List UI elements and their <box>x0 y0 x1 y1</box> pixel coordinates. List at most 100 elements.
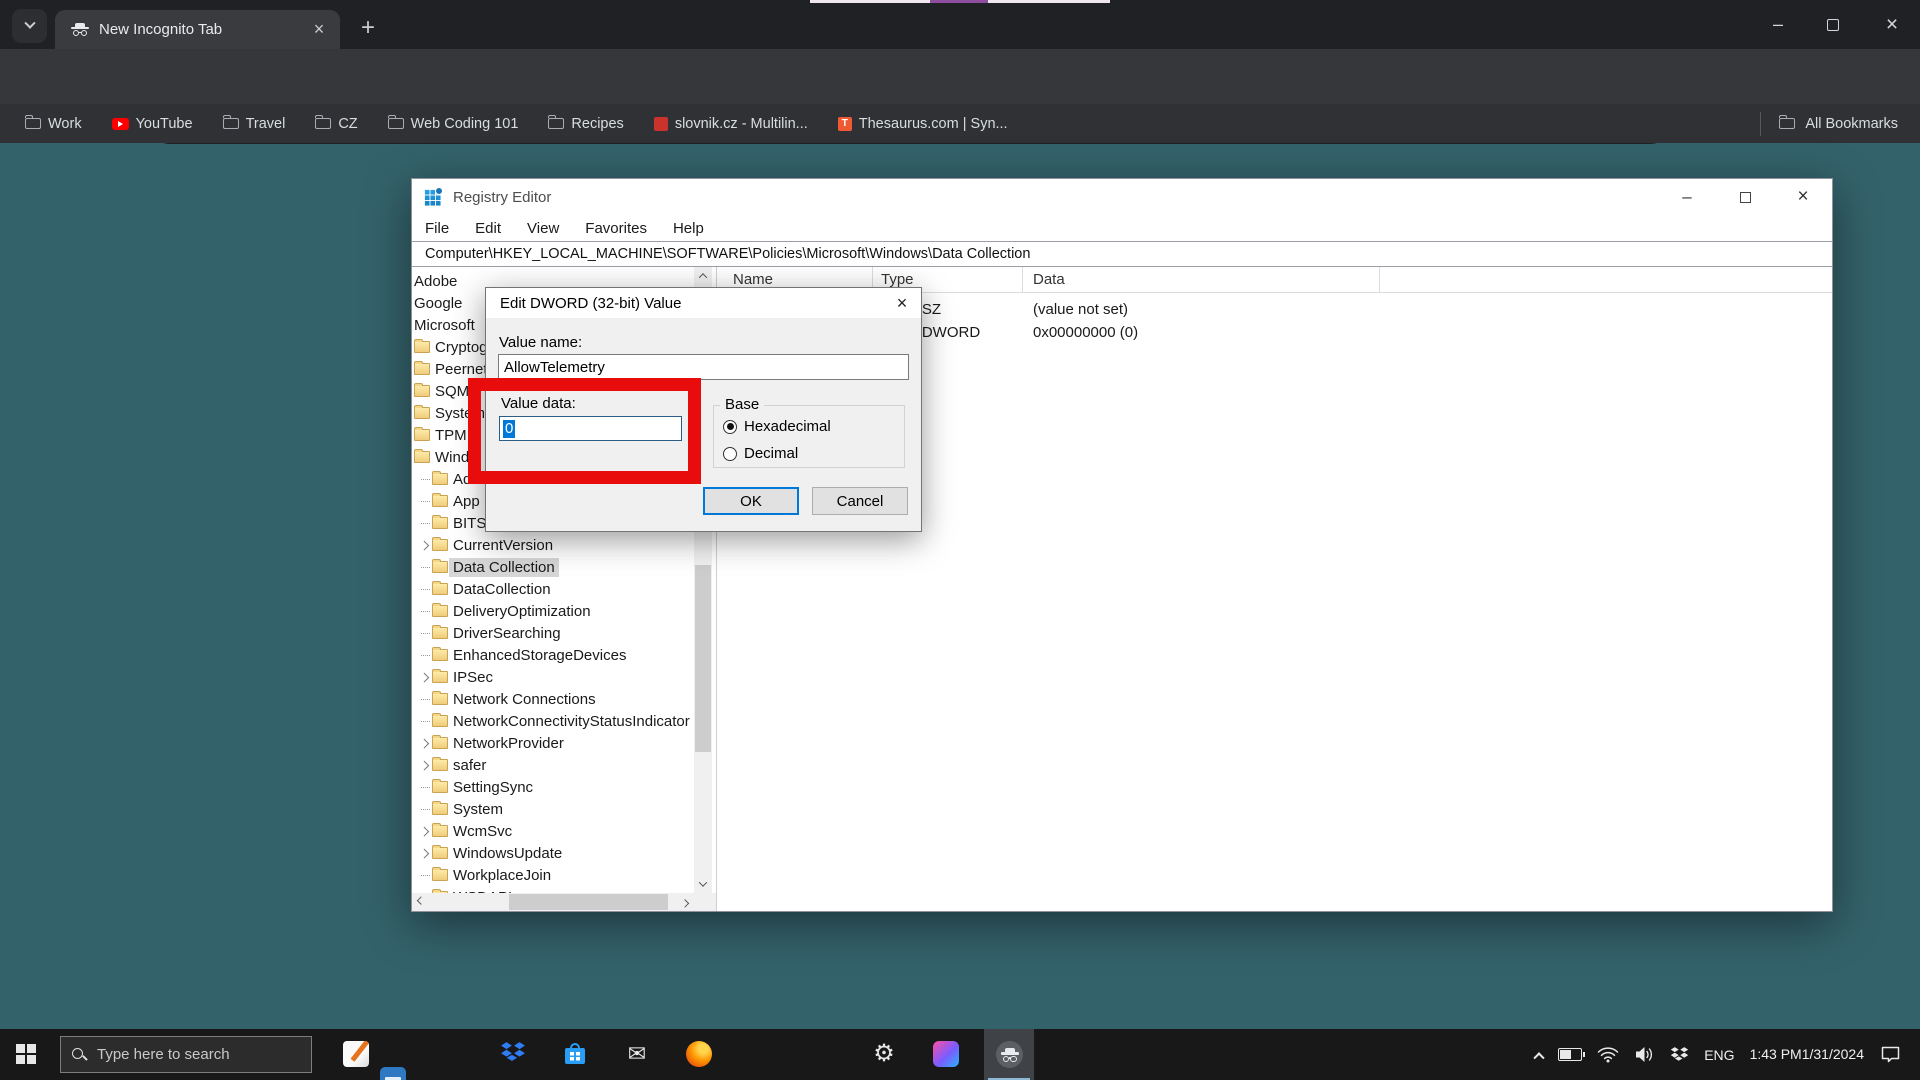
tree-item[interactable]: WSDAPI <box>412 886 693 893</box>
menu-item[interactable]: View <box>527 220 559 237</box>
store-icon[interactable] <box>562 1041 588 1067</box>
tree-horizontal-scrollbar[interactable] <box>412 893 694 911</box>
tree-expander-icon[interactable] <box>419 523 432 524</box>
menu-item[interactable]: File <box>425 220 449 237</box>
start-button[interactable] <box>16 1044 36 1064</box>
browser-maximize-button[interactable] <box>1810 0 1856 49</box>
registry-path-bar[interactable]: Computer\HKEY_LOCAL_MACHINE\SOFTWARE\Pol… <box>412 241 1832 267</box>
tree-expander-icon[interactable] <box>419 762 432 769</box>
tree-expander-icon[interactable] <box>419 875 432 876</box>
active-app-slot[interactable] <box>984 1029 1034 1080</box>
bookmark-item[interactable]: slovnik.cz - Multilin... <box>654 116 808 132</box>
browser-close-button[interactable]: × <box>1869 0 1915 49</box>
menu-item[interactable]: Help <box>673 220 704 237</box>
scroll-down-arrow[interactable] <box>694 875 712 893</box>
tree-expander-icon[interactable] <box>419 479 432 480</box>
radio-selected-icon[interactable] <box>723 420 737 434</box>
all-bookmarks-button[interactable]: All Bookmarks <box>1760 112 1920 136</box>
settings-icon[interactable]: ⚙ <box>871 1041 897 1067</box>
scroll-left-arrow[interactable] <box>412 893 430 911</box>
menu-item[interactable]: Edit <box>475 220 501 237</box>
tree-expander-icon[interactable] <box>419 787 432 788</box>
tree-expander-icon[interactable] <box>419 589 432 590</box>
new-tab-button[interactable]: + <box>352 13 384 45</box>
paint3d-icon[interactable] <box>933 1041 959 1067</box>
dropbox-icon[interactable] <box>500 1041 526 1067</box>
tree-item[interactable]: NetworkProvider <box>412 732 693 754</box>
regedit-title-bar[interactable]: Registry Editor <box>412 179 1832 215</box>
dialog-title-bar[interactable]: Edit DWORD (32-bit) Value <box>486 288 921 318</box>
action-center-icon[interactable] <box>1879 1045 1902 1064</box>
column-header-data[interactable]: Data <box>1023 267 1380 292</box>
tree-expander-icon[interactable] <box>419 809 432 810</box>
tree-item[interactable]: Network Connections <box>412 688 693 710</box>
tree-expander-icon[interactable] <box>419 721 432 722</box>
tree-item[interactable]: NetworkConnectivityStatusIndicator <box>412 710 693 732</box>
dropbox-tray-icon[interactable] <box>1670 1046 1689 1064</box>
tree-expander-icon[interactable] <box>419 655 432 656</box>
bookmark-item[interactable]: Web Coding 101 <box>388 116 519 132</box>
bookmark-item[interactable]: CZ <box>315 116 357 132</box>
hexadecimal-radio[interactable]: Hexadecimal <box>723 418 831 435</box>
firefox-icon[interactable] <box>686 1041 712 1067</box>
tree-item[interactable]: WcmSvc <box>412 820 693 842</box>
incognito-chrome-icon[interactable] <box>996 1041 1023 1068</box>
wifi-icon[interactable] <box>1597 1046 1619 1063</box>
decimal-radio[interactable]: Decimal <box>723 445 798 462</box>
scroll-up-arrow[interactable] <box>694 267 712 285</box>
bookmark-item[interactable]: YouTube <box>112 116 193 132</box>
tree-expander-icon[interactable] <box>419 633 432 634</box>
tree-item[interactable]: System <box>412 798 693 820</box>
tree-item[interactable]: EnhancedStorageDevices <box>412 644 693 666</box>
bookmark-item[interactable]: Recipes <box>548 116 623 132</box>
scrollbar-thumb[interactable] <box>509 894 668 910</box>
regedit-maximize-button[interactable] <box>1722 179 1768 215</box>
speaker-icon[interactable] <box>1634 1046 1655 1063</box>
scroll-right-arrow[interactable] <box>676 893 694 911</box>
tab-search-button[interactable] <box>12 9 47 43</box>
tab-new-incognito[interactable]: New Incognito Tab × <box>55 10 340 49</box>
mail-icon[interactable]: ✉ <box>624 1041 650 1067</box>
regedit-close-button[interactable]: × <box>1780 179 1826 215</box>
cancel-button[interactable]: Cancel <box>812 487 908 515</box>
tree-expander-icon[interactable] <box>419 828 432 835</box>
taskbar-search[interactable]: Type here to search <box>60 1036 312 1073</box>
tree-item[interactable]: WorkplaceJoin <box>412 864 693 886</box>
ok-button[interactable]: OK <box>703 487 799 515</box>
tree-expander-icon[interactable] <box>419 542 432 549</box>
hidden-icons-chevron[interactable] <box>1535 1051 1543 1059</box>
tree-expander-icon[interactable] <box>419 850 432 857</box>
tree-expander-icon[interactable] <box>419 501 432 502</box>
regedit-minimize-button[interactable]: – <box>1664 179 1710 215</box>
blue-app-icon[interactable] <box>380 1067 406 1080</box>
tree-item[interactable]: DeliveryOptimization <box>412 600 693 622</box>
tree-item[interactable]: Data Collection <box>412 556 693 578</box>
folder-icon <box>432 649 448 661</box>
bookmark-item[interactable]: Work <box>25 116 82 132</box>
tree-item[interactable]: SettingSync <box>412 776 693 798</box>
browser-minimize-button[interactable]: – <box>1755 0 1801 49</box>
tree-item[interactable]: safer <box>412 754 693 776</box>
tree-expander-icon[interactable] <box>419 699 432 700</box>
scrollbar-thumb[interactable] <box>695 565 711 752</box>
menu-item[interactable]: Favorites <box>585 220 647 237</box>
clock[interactable]: 1:43 PM 1/31/2024 <box>1750 1046 1864 1063</box>
bookmark-item[interactable]: Travel <box>223 116 286 132</box>
tree-expander-icon[interactable] <box>419 611 432 612</box>
tree-item[interactable]: WindowsUpdate <box>412 842 693 864</box>
value-name-field[interactable]: AllowTelemetry <box>498 354 909 380</box>
dialog-close-button[interactable]: × <box>889 291 915 315</box>
bookmark-item[interactable]: Thesaurus.com | Syn... <box>838 116 1008 132</box>
journal-app-icon[interactable] <box>343 1041 369 1067</box>
tree-item[interactable]: DriverSearching <box>412 622 693 644</box>
tree-expander-icon[interactable] <box>419 740 432 747</box>
language-indicator[interactable]: ENG <box>1704 1047 1734 1063</box>
tree-expander-icon[interactable] <box>419 674 432 681</box>
tree-item[interactable]: IPSec <box>412 666 693 688</box>
tree-expander-icon[interactable] <box>419 567 432 568</box>
tree-item[interactable]: DataCollection <box>412 578 693 600</box>
radio-unselected-icon[interactable] <box>723 447 737 461</box>
battery-icon[interactable] <box>1558 1048 1582 1061</box>
tab-close-icon[interactable]: × <box>308 19 330 41</box>
tree-item[interactable]: CurrentVersion <box>412 534 693 556</box>
